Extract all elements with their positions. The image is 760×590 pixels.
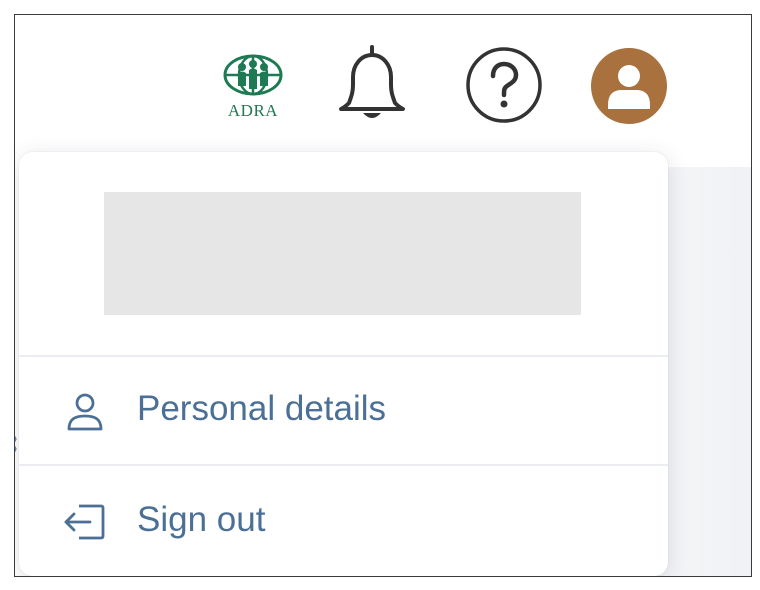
page-edge-fragment (15, 435, 17, 453)
bell-icon (339, 45, 405, 118)
question-mark-icon (466, 47, 542, 123)
redacted-user-info (104, 192, 581, 315)
user-avatar-icon (591, 48, 667, 124)
notifications-button[interactable] (333, 45, 411, 129)
personal-details-label: Personal details (137, 389, 387, 428)
sign-out-icon (64, 504, 105, 540)
app-window: ADRA Personal details Sign out (14, 14, 752, 577)
sign-out-menu-item[interactable]: Sign out (19, 466, 668, 574)
sign-out-label: Sign out (137, 500, 266, 539)
globe-people-icon (223, 54, 283, 96)
user-dropdown-menu: Personal details Sign out (19, 152, 668, 576)
logo-text: ADRA (227, 101, 279, 120)
person-icon (67, 393, 103, 431)
profile-avatar-button[interactable] (590, 47, 668, 125)
adra-logo[interactable]: ADRA (221, 53, 285, 123)
help-button[interactable] (464, 45, 544, 125)
personal-details-menu-item[interactable]: Personal details (19, 357, 668, 465)
